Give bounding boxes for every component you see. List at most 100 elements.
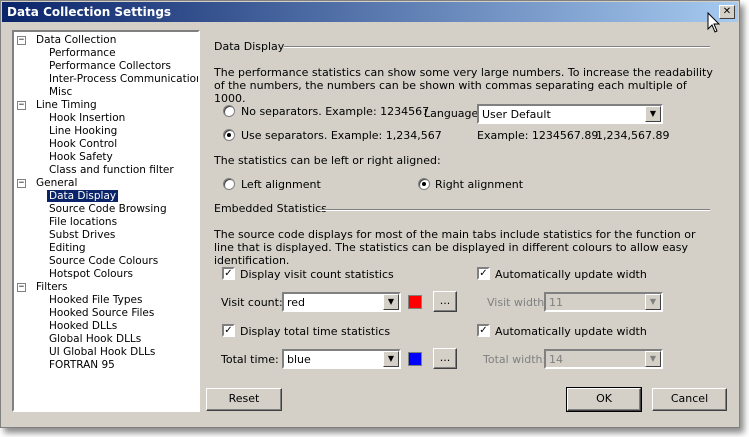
close-icon: ✕ <box>722 6 732 17</box>
total-auto-width-checkbox[interactable]: ✓ <box>477 324 490 337</box>
visit-width-label: Visit width: <box>487 296 548 309</box>
chevron-down-icon[interactable]: ▼ <box>383 351 399 367</box>
tree-item[interactable]: Hook Safety <box>49 151 113 164</box>
tree-group[interactable]: − General <box>17 177 78 190</box>
title-bar[interactable]: Data Collection Settings ✕ <box>2 2 738 22</box>
tree-item[interactable]: Data Display <box>47 190 119 203</box>
total-time-label: Total time: <box>221 353 279 366</box>
collapse-icon[interactable]: − <box>17 101 26 110</box>
tree-item-label: Hooked Source Files <box>49 307 155 319</box>
tree-item-label: Source Code Browsing <box>49 203 167 215</box>
language-select[interactable]: User Default ▼ <box>477 104 663 124</box>
total-auto-width-label: Automatically update width <box>495 325 647 338</box>
collapse-icon[interactable]: − <box>17 36 26 45</box>
tree-item-label: Line Hooking <box>49 125 118 137</box>
visit-auto-width-checkbox[interactable]: ✓ <box>477 267 490 280</box>
tree-item-label: Hooked File Types <box>49 294 143 306</box>
tree-item[interactable]: Hook Insertion <box>49 112 125 125</box>
visit-color-select[interactable]: red ▼ <box>282 292 401 312</box>
settings-tree[interactable]: − Data Collection Performance Performance C… <box>12 30 200 412</box>
tree-item[interactable]: Hooked File Types <box>49 294 142 307</box>
visit-width-select[interactable]: 11 ▼ <box>544 292 663 312</box>
visit-color-browse-button[interactable]: ... <box>433 291 457 312</box>
tree-item[interactable]: Source Code Colours <box>49 255 158 268</box>
tree-item-label: Class and function filter <box>49 164 174 176</box>
tree-item[interactable]: Line Hooking <box>49 125 117 138</box>
tree-item-label: General <box>36 177 78 189</box>
tree-item[interactable]: Global Hook DLLs <box>49 333 141 346</box>
tree-group[interactable]: − Data Collection <box>17 34 117 47</box>
right-alignment-radio[interactable] <box>418 178 430 190</box>
tree-group[interactable]: − Filters <box>17 281 68 294</box>
tree-item[interactable]: Hook Control <box>49 138 117 151</box>
no-separators-radio[interactable] <box>223 105 235 117</box>
tree-item[interactable]: FORTRAN 95 <box>49 359 115 372</box>
total-color-swatch <box>408 352 422 366</box>
tree-item[interactable]: File locations <box>49 216 117 229</box>
total-width-label: Total width: <box>483 353 547 366</box>
tree-item-label: Data Display <box>47 190 119 202</box>
left-alignment-radio[interactable] <box>223 178 235 190</box>
language-example-value: 1,234,567.89 <box>596 129 670 142</box>
reset-button[interactable]: Reset <box>206 388 282 411</box>
chevron-down-icon[interactable]: ▼ <box>645 294 661 310</box>
tree-item[interactable]: Source Code Browsing <box>49 203 167 216</box>
collapse-icon[interactable]: − <box>17 283 26 292</box>
tree-item[interactable]: UI Global Hook DLLs <box>49 346 155 359</box>
tree-item-label: Global Hook DLLs <box>49 333 142 345</box>
data-display-heading: Data Display <box>214 40 285 53</box>
tree-item[interactable]: Editing <box>49 242 86 255</box>
mouse-pointer-icon <box>707 12 721 33</box>
tree-item-label: Hooked DLLs <box>49 320 118 332</box>
tree-item-label: Data Collection <box>36 34 117 46</box>
tree-item[interactable]: Inter-Process Communications <box>49 73 198 86</box>
tree-item[interactable]: Hooked DLLs <box>49 320 117 333</box>
tree-item-label: FORTRAN 95 <box>49 359 115 371</box>
chevron-down-icon[interactable]: ▼ <box>645 351 661 367</box>
tree-item[interactable]: Misc <box>49 86 72 99</box>
chevron-down-icon[interactable]: ▼ <box>645 106 661 122</box>
data-display-separator <box>284 46 710 48</box>
tree-item-label: Source Code Colours <box>49 255 159 267</box>
close-button[interactable]: ✕ <box>719 5 735 19</box>
total-time-check-label: Display total time statistics <box>240 325 391 338</box>
tree-item-label: Subst Drives <box>49 229 116 241</box>
total-color-browse-button[interactable]: ... <box>433 348 457 369</box>
tree-item-label: Hook Control <box>49 138 118 150</box>
visit-auto-width-label: Automatically update width <box>495 268 647 281</box>
visit-color-value: red <box>287 296 306 309</box>
tree-item-label: Performance <box>49 47 116 59</box>
tree-item-label: UI Global Hook DLLs <box>49 346 156 358</box>
visit-count-label: Visit count: <box>221 296 283 309</box>
total-time-checkbox[interactable]: ✓ <box>222 324 235 337</box>
tree-item[interactable]: Hooked Source Files <box>49 307 154 320</box>
cancel-button[interactable]: Cancel <box>652 388 727 411</box>
embedded-stats-heading: Embedded Statistics <box>214 202 327 215</box>
tree-group[interactable]: − Line Timing <box>17 99 97 112</box>
visit-count-checkbox[interactable]: ✓ <box>222 267 235 280</box>
collapse-icon[interactable]: − <box>17 179 26 188</box>
no-separators-label: No separators. Example: 1234567 <box>241 105 430 118</box>
total-width-select[interactable]: 14 ▼ <box>544 349 663 369</box>
use-separators-radio[interactable] <box>223 129 235 141</box>
tree-item[interactable]: Performance <box>49 47 116 60</box>
tree-item[interactable]: Hotspot Colours <box>49 268 133 281</box>
data-display-description: The performance statistics can show some… <box>214 66 713 105</box>
tree-item-label: Filters <box>36 281 68 293</box>
tree-item-label: Misc <box>49 86 73 98</box>
ok-button[interactable]: OK <box>566 387 642 412</box>
visit-count-check-label: Display visit count statistics <box>240 268 394 281</box>
tree-item-label: File locations <box>49 216 118 228</box>
tree-item-label: Hotspot Colours <box>49 268 133 280</box>
total-color-select[interactable]: blue ▼ <box>282 349 401 369</box>
tree-item-label: Hook Insertion <box>49 112 126 124</box>
alignment-description: The statistics can be left or right alig… <box>214 154 441 167</box>
chevron-down-icon[interactable]: ▼ <box>383 294 399 310</box>
visit-width-value: 11 <box>549 296 563 309</box>
tree-item[interactable]: Subst Drives <box>49 229 115 242</box>
tree-item[interactable]: Performance Collectors <box>49 60 171 73</box>
language-example-prefix: Example: 1234567.89 <box>477 129 599 142</box>
embedded-stats-description: The source code displays for most of the… <box>214 228 696 267</box>
settings-dialog: Data Collection Settings ✕ − Data Collect… <box>0 0 740 428</box>
tree-item[interactable]: Class and function filter <box>49 164 174 177</box>
